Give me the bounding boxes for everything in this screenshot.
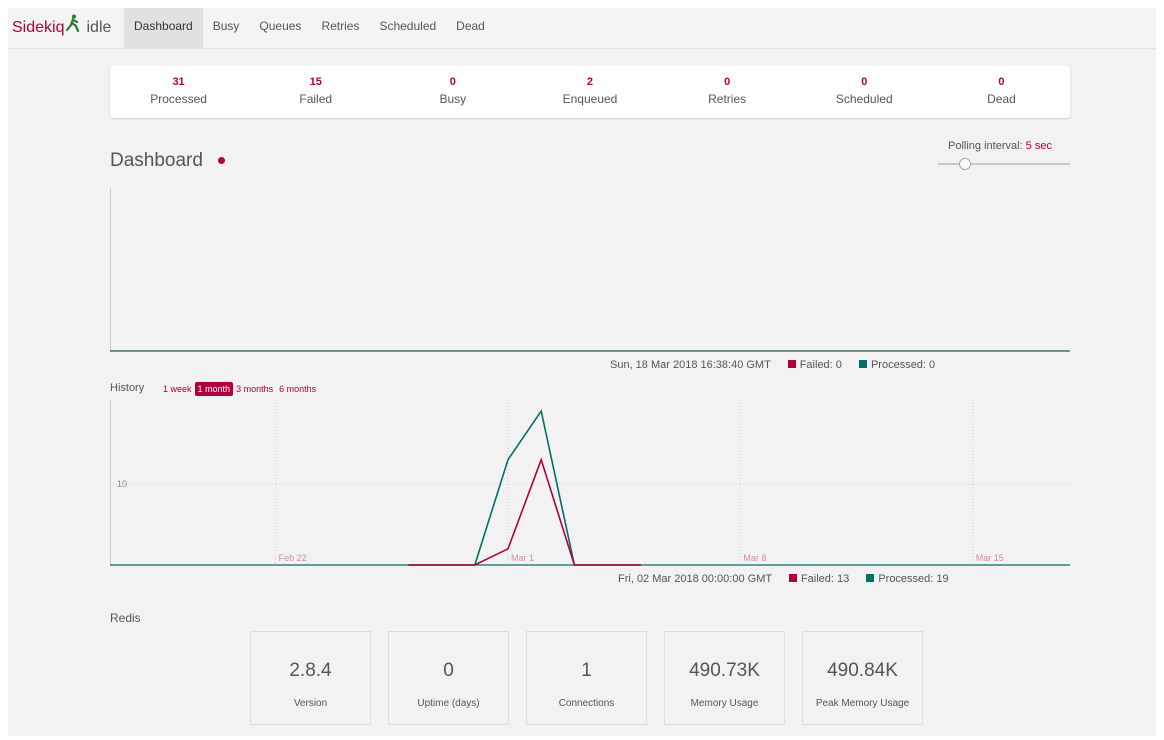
stat-label: Retries <box>708 92 747 106</box>
sidekiq-logo-icon <box>66 8 80 48</box>
main-nav: Dashboard Busy Queues Retries Scheduled … <box>124 8 495 48</box>
stat-enqueued[interactable]: 2 Enqueued <box>521 66 658 118</box>
failed-swatch <box>787 360 796 368</box>
redis-stat-value: 1 <box>581 660 592 681</box>
tab-1-week[interactable]: 1 week <box>160 382 195 396</box>
stat-scheduled[interactable]: 0 Scheduled <box>796 66 933 118</box>
stat-label: Busy <box>439 92 467 106</box>
navbar: Sidekiq idle Dashboard Busy Queues Retrie… <box>8 8 1156 49</box>
stat-processed[interactable]: 31 Processed <box>110 66 247 118</box>
stat-value: 2 <box>586 76 594 88</box>
stat-label: Dead <box>987 92 1016 106</box>
realtime-chart <box>110 188 1070 352</box>
redis-peak-memory-box: 490.84K Peak Memory Usage <box>802 631 923 725</box>
x-tick-label: Mar 15 <box>976 553 1004 563</box>
nav-queues[interactable]: Queues <box>249 8 311 48</box>
brand[interactable]: Sidekiq idle <box>12 8 111 48</box>
redis-stat-label: Connections <box>558 698 615 709</box>
polling-interval: Polling interval: 5 sec <box>930 140 1070 152</box>
stat-value: 15 <box>309 76 322 88</box>
nav-busy[interactable]: Busy <box>203 8 250 48</box>
stat-value: 0 <box>449 76 456 88</box>
stat-busy[interactable]: 0 Busy <box>384 66 521 118</box>
stat-dead[interactable]: 0 Dead <box>933 66 1070 118</box>
stat-value: 0 <box>724 76 731 88</box>
realtime-timestamp: Sun, 18 Mar 2018 16:38:40 GMT <box>610 359 771 371</box>
redis-memory-box: 490.73K Memory Usage <box>664 631 785 725</box>
stat-label: Enqueued <box>562 92 618 106</box>
stat-value: 0 <box>861 76 868 88</box>
history-chart: 10 Feb 22 Mar 1 Mar 8 Mar 15 <box>110 400 1070 566</box>
brand-name: Sidekiq <box>12 19 65 37</box>
x-tick-label: Feb 22 <box>279 553 307 563</box>
polling-value: 5 sec <box>1025 140 1052 152</box>
redis-stats: 2.8.4 Version 0 Uptime (days) 1 Connecti… <box>250 631 940 725</box>
history-processed: Processed: 19 <box>878 573 949 585</box>
nav-dashboard[interactable]: Dashboard <box>124 8 203 48</box>
failed-swatch <box>788 574 797 582</box>
redis-version-box: 2.8.4 Version <box>250 631 371 725</box>
slider-track <box>938 163 1070 165</box>
history-failed: Failed: 13 <box>800 573 850 585</box>
y-tick-label: 10 <box>117 479 127 489</box>
polling-label: Polling interval: <box>948 140 1023 152</box>
stat-value: 0 <box>998 76 1005 88</box>
redis-connections-box: 1 Connections <box>526 631 647 725</box>
redis-stat-label: Uptime (days) <box>417 698 480 709</box>
nav-dead[interactable]: Dead <box>446 8 495 48</box>
processed-swatch <box>866 574 875 582</box>
nav-retries[interactable]: Retries <box>311 8 369 48</box>
redis-stat-value: 490.73K <box>689 660 760 681</box>
processed-swatch <box>858 360 867 368</box>
history-legend: Fri, 02 Mar 2018 00:00:00 GMT Failed: 13… <box>618 573 949 585</box>
realtime-failed: Failed: 0 <box>799 359 842 371</box>
stat-retries[interactable]: 0 Retries <box>659 66 796 118</box>
realtime-legend: Sun, 18 Mar 2018 16:38:40 GMT Failed: 0 … <box>610 359 935 371</box>
tab-3-months[interactable]: 3 months <box>233 382 276 396</box>
x-tick-label: Mar 8 <box>743 553 766 563</box>
redis-uptime-box: 0 Uptime (days) <box>388 631 509 725</box>
redis-stat-label: Version <box>293 698 328 709</box>
processed-series-line <box>408 409 641 566</box>
redis-stat-label: Memory Usage <box>690 698 759 709</box>
history-timestamp: Fri, 02 Mar 2018 00:00:00 GMT <box>618 573 772 585</box>
history-title: History <box>110 382 145 394</box>
slider-handle[interactable] <box>959 158 971 170</box>
stat-label: Scheduled <box>835 92 893 106</box>
tab-6-months[interactable]: 6 months <box>276 382 319 396</box>
tab-1-month[interactable]: 1 month <box>194 382 234 396</box>
redis-stat-label: Peak Memory Usage <box>815 698 910 709</box>
stat-value: 31 <box>172 76 185 88</box>
stat-failed[interactable]: 15 Failed <box>247 66 384 118</box>
page-title: Dashboard <box>110 150 203 171</box>
redis-stat-value: 0 <box>443 660 454 681</box>
history-range-tabs: 1 week 1 month 3 months 6 months <box>160 382 319 396</box>
polling-interval-slider[interactable] <box>938 158 1070 172</box>
stat-label: Failed <box>299 92 333 106</box>
stat-label: Processed <box>150 92 207 106</box>
live-beacon <box>218 157 225 164</box>
realtime-processed: Processed: 0 <box>870 359 936 371</box>
redis-stat-value: 490.84K <box>827 660 898 681</box>
x-tick-label: Mar 1 <box>511 553 534 563</box>
nav-scheduled[interactable]: Scheduled <box>369 8 446 48</box>
summary-bar: 31 Processed 15 Failed 0 Busy 2 Enqueued… <box>110 66 1070 118</box>
redis-title: Redis <box>110 611 141 625</box>
failed-series-line <box>408 457 641 566</box>
status-label: idle <box>86 19 112 37</box>
page-frame: Sidekiq idle Dashboard Busy Queues Retrie… <box>8 8 1156 736</box>
redis-stat-value: 2.8.4 <box>289 660 332 681</box>
